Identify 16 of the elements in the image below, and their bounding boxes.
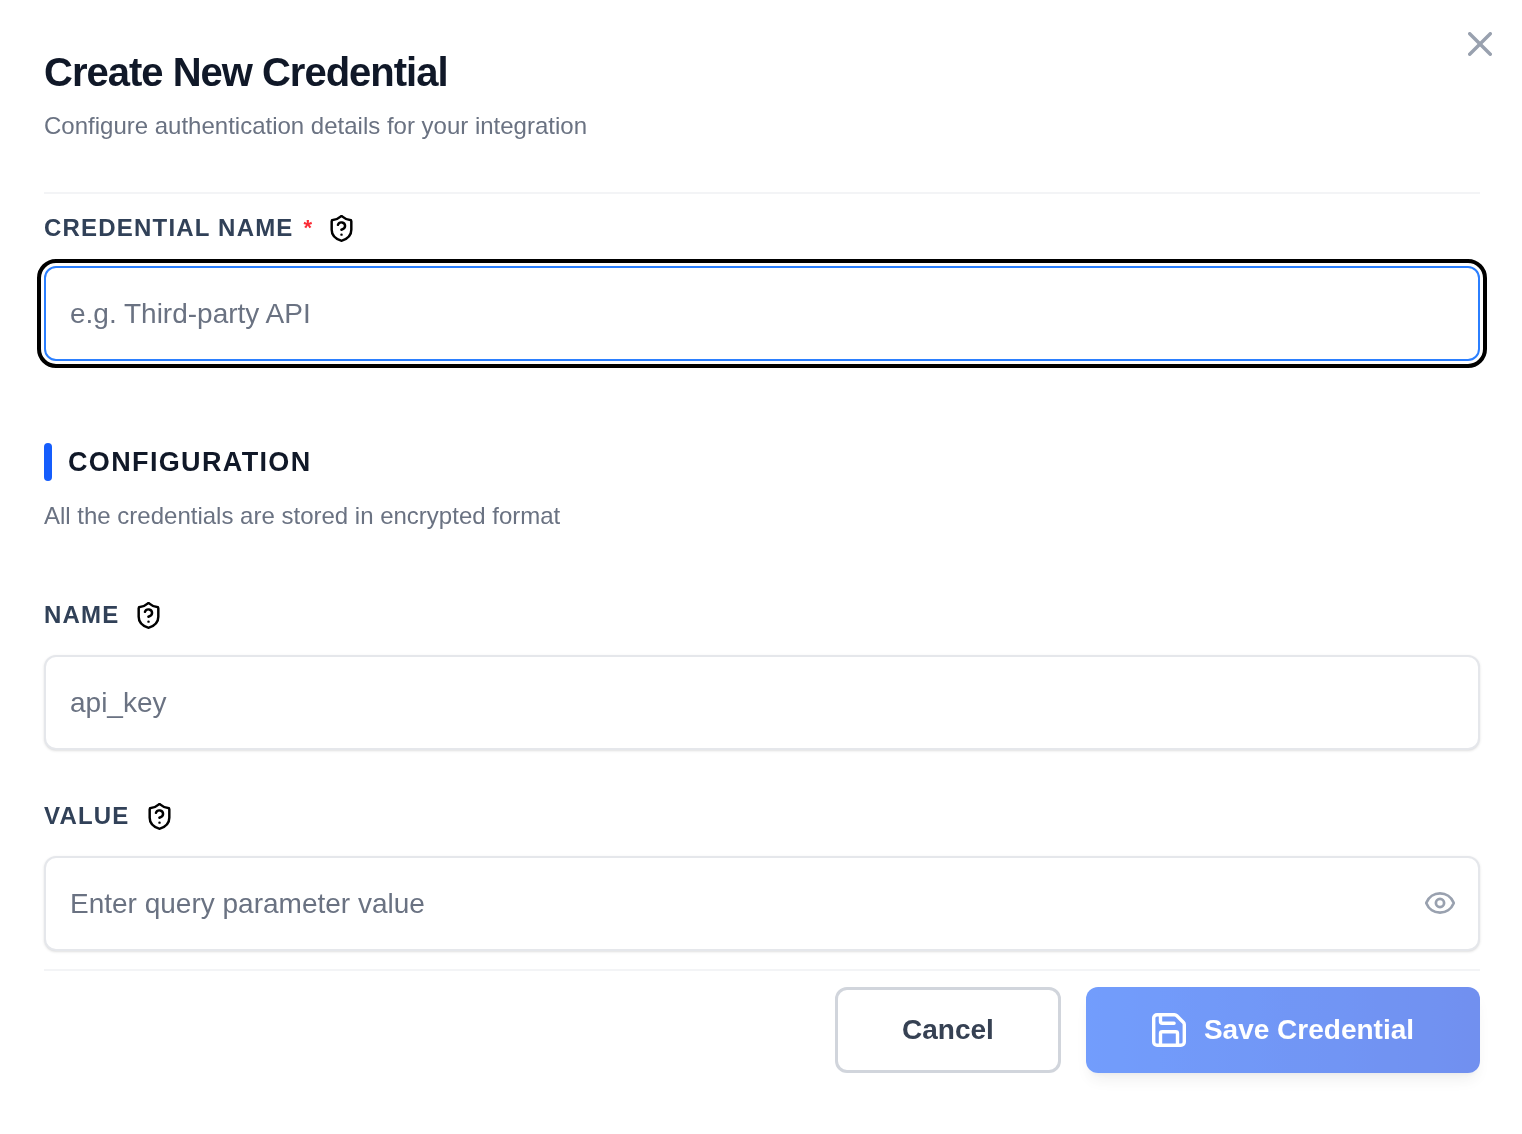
shield-question-icon[interactable] (137, 601, 161, 629)
section-description: All the credentials are stored in encrypted format (44, 501, 562, 531)
section-title: CONFIGURATION (68, 446, 312, 479)
input-field[interactable]: api_key (44, 655, 1480, 750)
cancel-button[interactable]: Cancel (835, 987, 1061, 1073)
accent-bar (44, 443, 52, 481)
dialog-title: Create New Credential (44, 49, 449, 96)
eye-icon[interactable] (1425, 892, 1455, 914)
field-label: NAME (44, 600, 120, 630)
close-icon[interactable] (1468, 32, 1492, 56)
field-label: VALUE (44, 801, 130, 831)
required-mark: * (303, 214, 313, 242)
shield-question-icon[interactable] (147, 802, 171, 830)
dialog-subtitle: Configure authentication details for your integration (44, 111, 588, 141)
shield-question-icon[interactable] (330, 214, 354, 242)
field-label: CREDENTIAL NAME (44, 213, 294, 243)
